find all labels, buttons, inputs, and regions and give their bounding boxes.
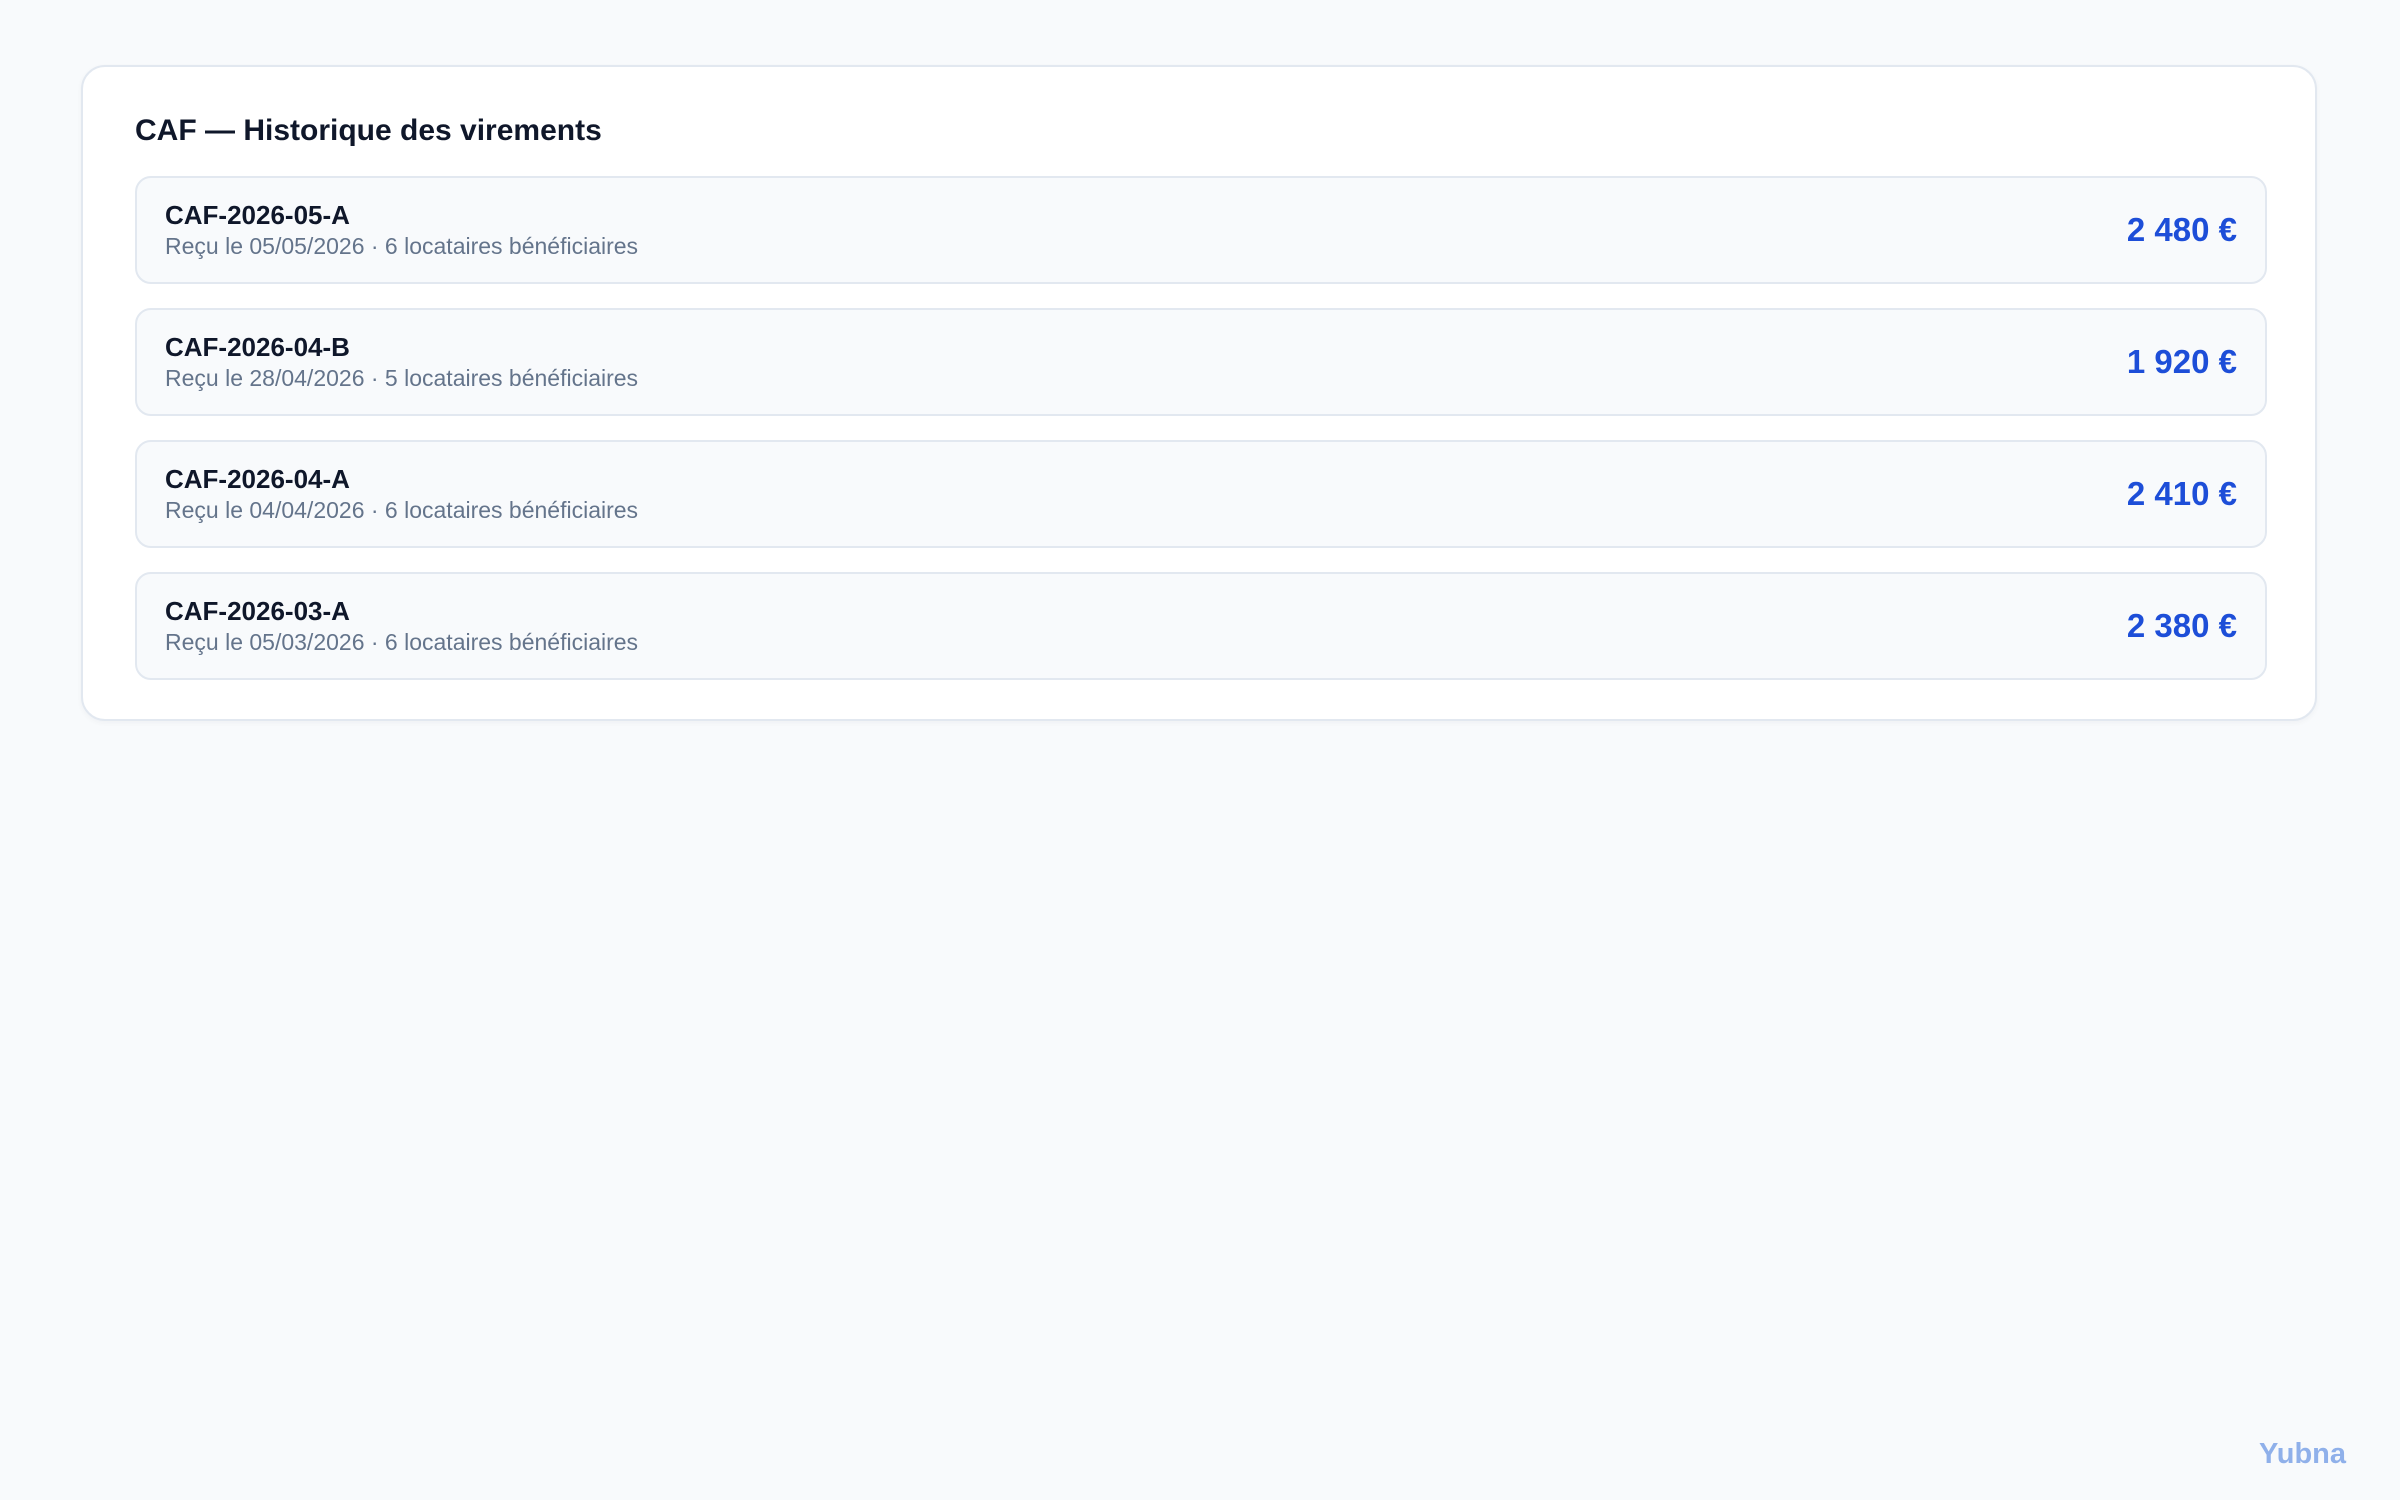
transfer-details: Reçu le 04/04/2026 · 6 locataires bénéfi…: [165, 497, 639, 523]
card-title: CAF — Historique des virements: [135, 114, 602, 147]
transfer-reference: CAF-2026-03-A: [165, 596, 350, 626]
transfer-amount: 2 480 €: [2126, 211, 2237, 248]
page: CAF — Historique des virements CAF-2026-…: [0, 0, 2400, 1500]
transfer-amount: 1 920 €: [2126, 343, 2237, 380]
transfer-row[interactable]: CAF-2026-03-A Reçu le 05/03/2026 · 6 loc…: [135, 572, 2267, 680]
transfer-amount: 2 380 €: [2126, 607, 2237, 644]
transfer-row[interactable]: CAF-2026-04-A Reçu le 04/04/2026 · 6 loc…: [135, 440, 2267, 548]
transfer-amount: 2 410 €: [2126, 475, 2237, 512]
transfer-history-card: CAF — Historique des virements CAF-2026-…: [81, 65, 2317, 721]
transfer-reference: CAF-2026-05-A: [165, 200, 350, 230]
transfer-details: Reçu le 05/05/2026 · 6 locataires bénéfi…: [165, 233, 639, 259]
brand-logo-text: Yubna: [2258, 1438, 2346, 1470]
transfer-row[interactable]: CAF-2026-04-B Reçu le 28/04/2026 · 5 loc…: [135, 308, 2267, 416]
transfer-reference: CAF-2026-04-A: [165, 464, 350, 494]
transfer-details: Reçu le 05/03/2026 · 6 locataires bénéfi…: [165, 629, 639, 655]
transfer-reference: CAF-2026-04-B: [165, 332, 350, 362]
transfer-list: CAF-2026-05-A Reçu le 05/05/2026 · 6 loc…: [135, 176, 2267, 704]
transfer-details: Reçu le 28/04/2026 · 5 locataires bénéfi…: [165, 365, 639, 391]
transfer-row[interactable]: CAF-2026-05-A Reçu le 05/05/2026 · 6 loc…: [135, 176, 2267, 284]
